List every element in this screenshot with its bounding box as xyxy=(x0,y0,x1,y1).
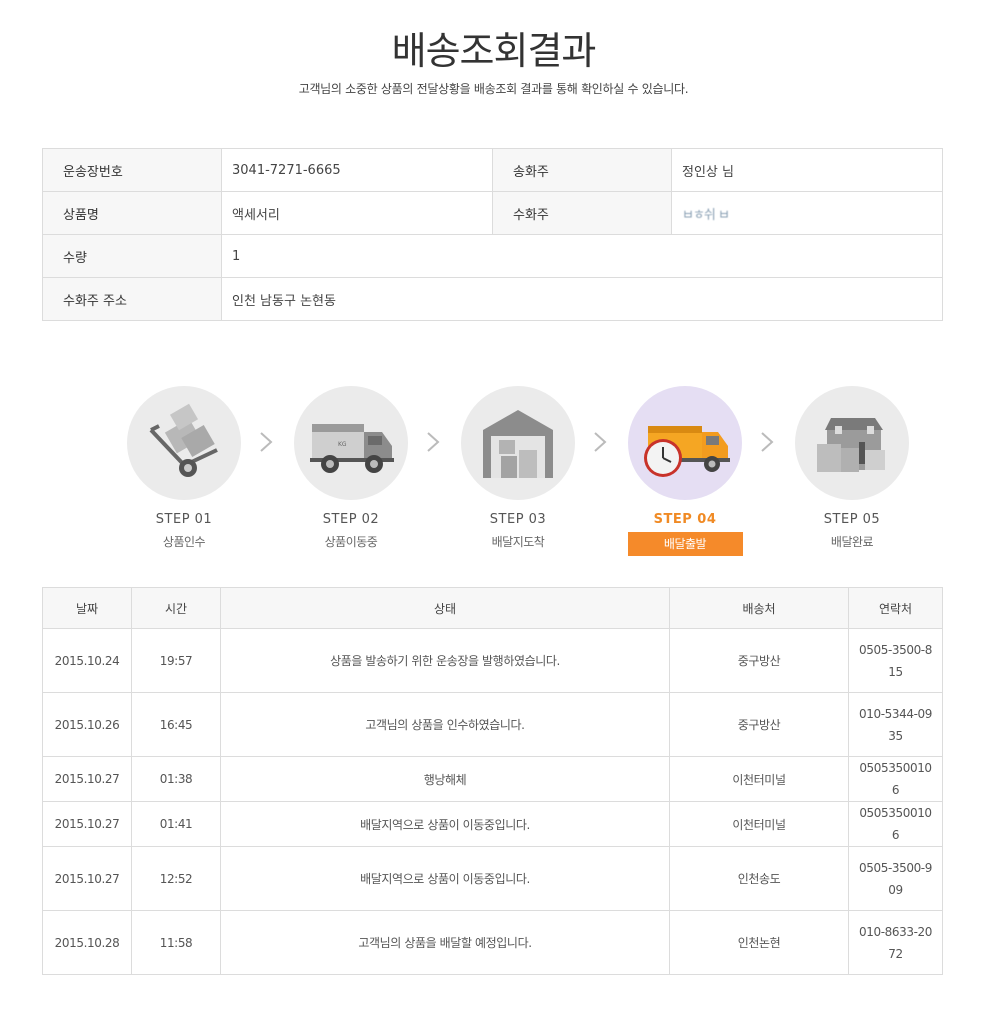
row-time: 19:57 xyxy=(131,628,221,693)
step-number: STEP 01 xyxy=(155,512,213,527)
table-row: 2015.10.27 12:52 배달지역으로 상품이 이동중입니다. 인천송도… xyxy=(42,846,943,911)
step-label: 상품인수 xyxy=(162,535,206,549)
table-row: 2015.10.27 01:41 배달지역으로 상품이 이동중입니다. 이천터미… xyxy=(42,801,943,847)
row-status: 배달지역으로 상품이 이동중입니다. xyxy=(220,846,670,911)
row-phone: 05053500106 xyxy=(848,801,943,847)
receiver-value: ㅂㅎ쉬 ㅂ xyxy=(671,191,943,235)
row-office: 중구방산 xyxy=(669,692,849,757)
tracking-number-label: 운송장번호 xyxy=(42,148,222,192)
info-row: 운송장번호 3041-7271-6665 송화주 정인상 님 xyxy=(42,148,943,192)
quantity-label: 수량 xyxy=(42,234,222,278)
truck-icon: KG xyxy=(294,386,408,500)
shipment-info-table: 운송장번호 3041-7271-6665 송화주 정인상 님 상품명 액세서리 … xyxy=(42,148,943,321)
step-label: 배달완료 xyxy=(830,535,874,549)
chevron-right-icon xyxy=(427,432,440,452)
col-header-office: 배송처 xyxy=(669,587,849,629)
row-office: 인천논현 xyxy=(669,910,849,975)
table-row: 2015.10.24 19:57 상품을 발송하기 위한 운송장을 발행하였습니… xyxy=(42,628,943,693)
hand-truck-icon xyxy=(127,386,241,500)
chevron-right-icon xyxy=(260,432,273,452)
page-title: 배송조회결과 xyxy=(391,29,597,73)
page-subtitle: 고객님의 소중한 상품의 전달상황을 배송조회 결과를 통해 확인하실 수 있습… xyxy=(298,82,689,96)
receiver-address-value: 인천 남동구 논현동 xyxy=(221,277,943,321)
row-date: 2015.10.27 xyxy=(42,801,132,847)
row-phone: 0505-3500-909 xyxy=(848,846,943,911)
tracking-history-table: 날짜 시간 상태 배송처 연락처 2015.10.24 19:57 상품을 발송… xyxy=(42,587,943,975)
svg-text:KG: KG xyxy=(338,441,347,448)
product-value: 액세서리 xyxy=(221,191,493,235)
row-time: 01:38 xyxy=(131,756,221,802)
sender-label: 송화주 xyxy=(492,148,672,192)
row-status: 상품을 발송하기 위한 운송장을 발행하였습니다. xyxy=(220,628,670,693)
row-date: 2015.10.26 xyxy=(42,692,132,757)
tracking-number-value: 3041-7271-6665 xyxy=(221,148,493,192)
delivery-truck-clock-icon xyxy=(628,386,742,500)
table-row: 2015.10.28 11:58 고객님의 상품을 배달할 예정입니다. 인천논… xyxy=(42,910,943,975)
row-phone: 010-5344-0935 xyxy=(848,692,943,757)
table-row: 2015.10.26 16:45 고객님의 상품을 인수하였습니다. 중구방산 … xyxy=(42,692,943,757)
row-date: 2015.10.28 xyxy=(42,910,132,975)
row-office: 이천터미널 xyxy=(669,756,849,802)
row-status: 고객님의 상품을 배달할 예정입니다. xyxy=(220,910,670,975)
row-office: 중구방산 xyxy=(669,628,849,693)
chevron-right-icon xyxy=(594,432,607,452)
row-date: 2015.10.27 xyxy=(42,846,132,911)
history-header-row: 날짜 시간 상태 배송처 연락처 xyxy=(42,587,943,629)
row-date: 2015.10.24 xyxy=(42,628,132,693)
quantity-value: 1 xyxy=(221,234,943,278)
receiver-name-masked: ㅂㅎ쉬 ㅂ xyxy=(682,207,730,223)
row-status: 고객님의 상품을 인수하였습니다. xyxy=(220,692,670,757)
receiver-address-label: 수화주 주소 xyxy=(42,277,222,321)
info-row: 상품명 액세서리 수화주 ㅂㅎ쉬 ㅂ xyxy=(42,191,943,235)
step-4: STEP 04 배달출발 xyxy=(627,386,743,556)
step-label: 상품이동중 xyxy=(324,535,378,549)
row-status: 행낭해체 xyxy=(220,756,670,802)
row-status: 배달지역으로 상품이 이동중입니다. xyxy=(220,801,670,847)
sender-value: 정인상 님 xyxy=(671,148,943,192)
row-time: 01:41 xyxy=(131,801,221,847)
step-label-active: 배달출발 xyxy=(627,532,743,556)
row-phone: 05053500106 xyxy=(848,756,943,802)
info-row: 수량 1 xyxy=(42,234,943,278)
row-office: 이천터미널 xyxy=(669,801,849,847)
step-5: STEP 05 배달완료 xyxy=(794,386,910,550)
col-header-phone: 연락처 xyxy=(848,587,943,629)
step-label: 배달지도착 xyxy=(491,535,545,549)
step-number: STEP 02 xyxy=(322,512,380,527)
row-date: 2015.10.27 xyxy=(42,756,132,802)
delivery-steps: STEP 01 상품인수 KG STEP 02 상품이동중 STEP 03 배달… xyxy=(0,386,987,561)
step-3: STEP 03 배달지도착 xyxy=(460,386,576,550)
row-time: 12:52 xyxy=(131,846,221,911)
house-icon xyxy=(795,386,909,500)
row-phone: 0505-3500-815 xyxy=(848,628,943,693)
row-office: 인천송도 xyxy=(669,846,849,911)
step-number: STEP 05 xyxy=(823,512,881,527)
info-row: 수화주 주소 인천 남동구 논현동 xyxy=(42,277,943,321)
step-number: STEP 04 xyxy=(653,512,717,527)
step-number: STEP 03 xyxy=(489,512,547,527)
product-label: 상품명 xyxy=(42,191,222,235)
step-2: KG STEP 02 상품이동중 xyxy=(293,386,409,550)
step-1: STEP 01 상품인수 xyxy=(126,386,242,550)
chevron-right-icon xyxy=(761,432,774,452)
warehouse-icon xyxy=(461,386,575,500)
col-header-time: 시간 xyxy=(131,587,221,629)
col-header-date: 날짜 xyxy=(42,587,132,629)
receiver-label: 수화주 xyxy=(492,191,672,235)
col-header-status: 상태 xyxy=(220,587,670,629)
table-row: 2015.10.27 01:38 행낭해체 이천터미널 05053500106 xyxy=(42,756,943,802)
row-time: 11:58 xyxy=(131,910,221,975)
row-time: 16:45 xyxy=(131,692,221,757)
row-phone: 010-8633-2072 xyxy=(848,910,943,975)
